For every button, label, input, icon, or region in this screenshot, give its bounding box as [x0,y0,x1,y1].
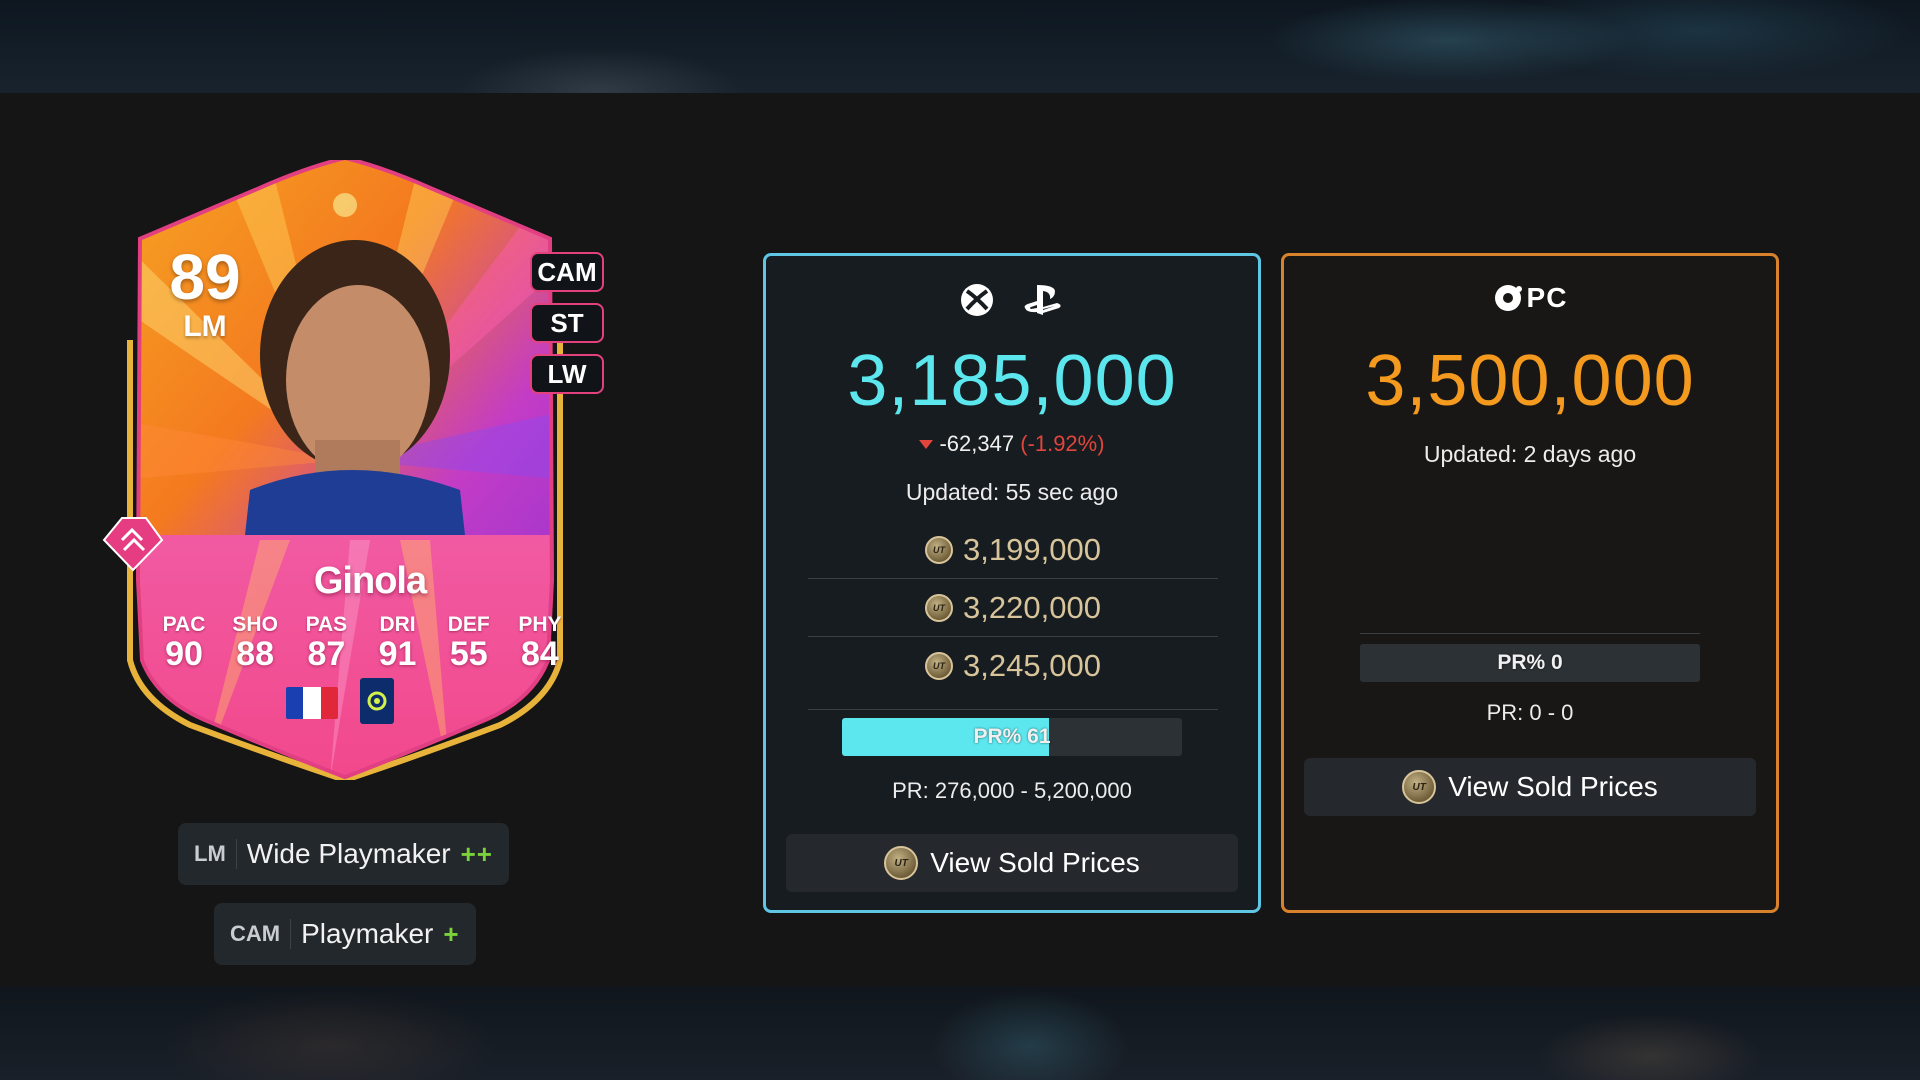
xbox-icon [959,282,995,323]
playstyle-pill[interactable]: CAM Playmaker + [214,903,476,965]
background-bottom [0,986,1920,1080]
stat-label: SHO [232,613,278,636]
coin-icon: UT [1402,770,1437,804]
list-item: UT 3,220,000 [808,579,1218,637]
playstyle-position: LM [194,839,237,869]
platform-icons [766,282,1258,323]
stat-label: PAC [162,613,206,636]
lowest-price: 3,220,000 [963,589,1101,625]
stat-value: 90 [165,635,203,673]
stat-label: PAS [305,613,348,636]
console-updated: Updated: 55 sec ago [905,479,1119,505]
price-change: -62,347 (-1.92%) [766,431,1258,457]
player-name: Ginola [313,560,427,602]
stat-label: PHY [518,613,562,636]
playstyle-position: CAM [230,919,292,949]
stat-value: 84 [521,635,559,673]
stat-value: 88 [236,635,275,673]
button-label: View Sold Prices [1448,771,1658,802]
coin-icon: UT [925,652,954,680]
price-range-text: PR: 0 - 0 [1486,700,1574,725]
price-range-bar: PR% 0 [1360,644,1700,682]
playstyle-plus: ++ [460,838,493,869]
pc-label: PC [1526,282,1568,313]
pc-origin-icon: PC [1493,282,1568,314]
stat-shooting: SHO 88 [223,613,287,674]
playstyle-role: Wide Playmaker [246,838,451,869]
change-amount: -62,347 [939,431,1015,456]
playstyle-pill[interactable]: LM Wide Playmaker ++ [178,823,509,885]
alt-position-badge: ST [530,303,604,343]
down-arrow-icon [919,440,934,449]
view-sold-prices-button[interactable]: UT View Sold Prices [786,834,1238,892]
background-top [0,0,1920,93]
alt-position-badge: CAM [530,252,604,292]
list-item: UT 3,245,000 [808,637,1218,695]
stat-value: 87 [307,635,346,673]
console-price: 3,185,000 [847,341,1177,421]
alt-position-badge: LW [530,354,604,394]
pc-price-box: PC 3,500,000 Updated: 2 days ago PR% 0 P… [1281,253,1779,913]
platform-icons: PC [1284,282,1776,314]
price-range-bar: PR% 61 [842,718,1182,756]
divider [808,709,1218,710]
lowest-prices-list: UT 3,199,000 UT 3,220,000 UT 3,245,000 [808,521,1218,695]
coin-icon: UT [925,535,954,564]
lowest-price: 3,245,000 [963,648,1101,683]
player-position: LM [183,310,227,343]
player-rating: 89 [169,241,241,313]
playstyle-role: Playmaker [301,918,434,949]
pc-updated: Updated: 2 days ago [1423,441,1637,467]
league-badge-icon [360,678,394,724]
stat-label: DRI [379,613,416,636]
price-range-text: PR: 276,000 - 5,200,000 [892,778,1132,803]
coin-icon: UT [925,593,954,622]
price-range-label: PR% 0 [1497,651,1563,674]
list-item: UT 3,199,000 [808,521,1218,579]
divider [1360,633,1700,634]
stat-defending: DEF 55 [437,613,501,674]
nation-flag-icon [286,687,338,719]
price-range-label: PR% 61 [973,725,1051,748]
view-sold-prices-button[interactable]: UT View Sold Prices [1304,758,1756,816]
playstyle-plus: + [443,918,460,949]
stat-passing: PAS 87 [294,613,358,674]
coin-icon: UT [884,846,919,880]
button-label: View Sold Prices [930,847,1140,878]
player-stats: PAC 90 SHO 88 PAS 87 DRI 91 DEF 55 PHY 8… [152,613,572,674]
stat-pace: PAC 90 [152,613,216,674]
playstation-icon [1021,283,1065,322]
stat-value: 91 [378,635,417,673]
stat-value: 55 [449,635,488,673]
change-percent: (-1.92%) [1020,431,1105,456]
console-price-box: 3,185,000 -62,347 (-1.92%) Updated: 55 s… [763,253,1261,913]
pc-price: 3,500,000 [1365,341,1695,421]
lowest-price: 3,199,000 [963,531,1101,567]
player-card: 89 LM CAM ST LW Ginola PAC 90 SHO 88 PAS… [100,160,620,780]
stat-dribbling: DRI 91 [366,613,430,674]
stat-physical: PHY 84 [508,613,572,674]
stat-label: DEF [447,613,490,636]
